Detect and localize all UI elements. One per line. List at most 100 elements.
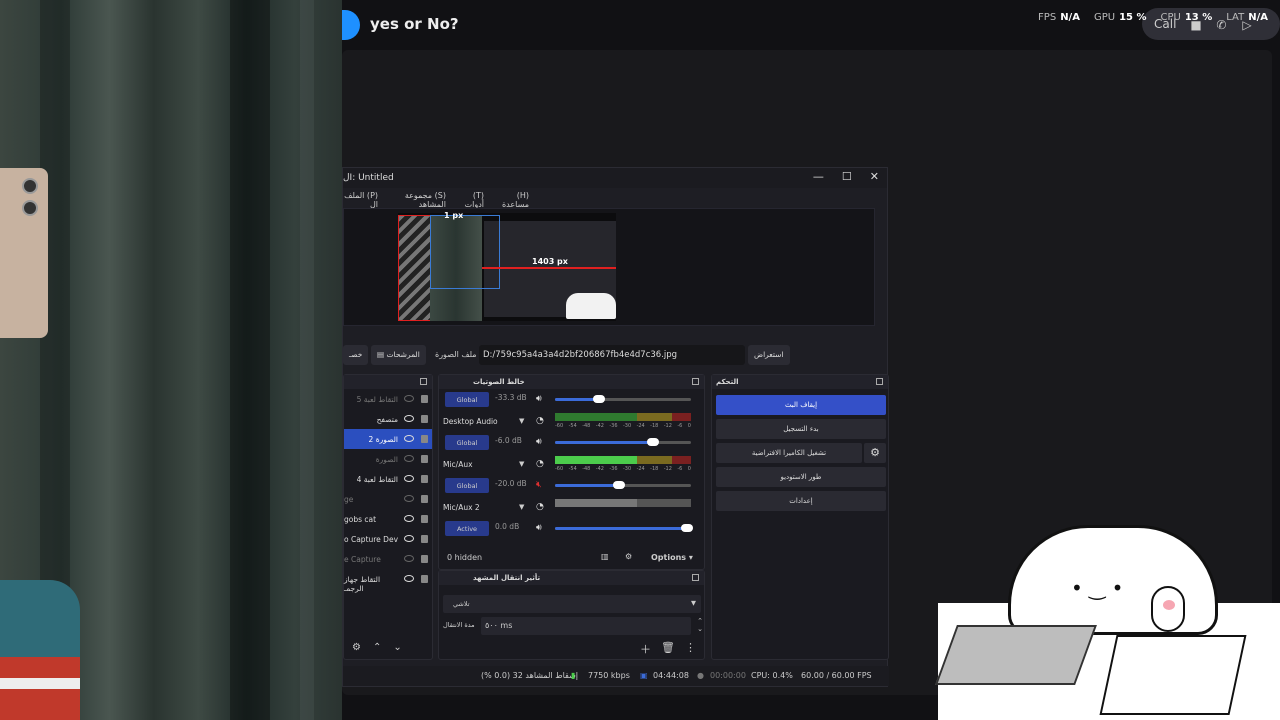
undock-icon[interactable] xyxy=(692,378,699,385)
source-item[interactable]: التقاط لعبة 4 xyxy=(344,469,432,489)
mixer-header: خالط الصوتيات xyxy=(439,375,704,389)
volume-slider[interactable] xyxy=(555,395,691,403)
lock-icon[interactable] xyxy=(421,535,428,543)
undock-icon[interactable] xyxy=(420,378,427,385)
volume-icon[interactable]: 🔊︎ xyxy=(536,437,542,447)
source-item[interactable]: o Capture Dev xyxy=(344,529,432,549)
headphones-icon[interactable]: ◔ xyxy=(536,416,544,426)
eye-icon[interactable] xyxy=(404,515,414,522)
lock-icon[interactable] xyxy=(421,495,428,503)
volume-slider[interactable] xyxy=(555,481,691,489)
lock-icon[interactable] xyxy=(421,575,428,583)
channel-mode-button[interactable]: Global xyxy=(445,435,489,450)
source-item[interactable]: التقاط جهاز الرجمـ xyxy=(344,569,432,593)
source-item[interactable]: gobs cat xyxy=(344,509,432,529)
hidden-count: 0 hidden xyxy=(447,553,483,562)
chevron-down-icon[interactable]: ▼ xyxy=(519,503,524,511)
lock-icon[interactable] xyxy=(421,395,428,403)
phone-object xyxy=(0,168,48,338)
more-icon[interactable]: ⋮ xyxy=(685,641,696,657)
source-item[interactable]: التقاط لعبة 5 xyxy=(344,389,432,409)
lock-icon[interactable] xyxy=(421,555,428,563)
image-path-field[interactable]: D:/759c95a4a3a4d2bf206867fb4e4d7c36.jpg xyxy=(479,345,745,365)
lock-icon[interactable] xyxy=(421,415,428,423)
eye-icon[interactable] xyxy=(404,475,414,482)
chevron-down-icon: ▼ xyxy=(691,599,696,607)
source-item[interactable]: e Capture xyxy=(344,549,432,569)
settings-button[interactable]: إعدادات xyxy=(716,491,886,511)
spin-arrows-icon[interactable]: ⌃ ⌄ xyxy=(697,617,703,633)
lock-icon[interactable] xyxy=(421,455,428,463)
eye-icon[interactable] xyxy=(404,435,414,442)
source-item-selected[interactable]: الصورة 2 xyxy=(344,429,432,449)
mixer-channel-2-meter: Mic/Aux ▼ ◔ -60 -54 -48 -42 -36 -30 -24 -18 -12-… xyxy=(439,454,704,476)
eye-icon[interactable] xyxy=(404,555,414,562)
move-down-icon[interactable]: ⌄ xyxy=(393,642,401,656)
record-icon: ● xyxy=(697,671,704,680)
maximize-icon[interactable]: ☐ xyxy=(842,170,852,183)
menu-help[interactable]: (H) مساعدة xyxy=(496,191,529,209)
screen: yes or No? Call ■ ✆ ▷ FPS N/A GPU 15 % CPU… xyxy=(0,0,1280,720)
menu-tools[interactable]: (T) أدوات xyxy=(458,191,484,209)
chevron-down-icon[interactable]: ▼ xyxy=(519,417,524,425)
options-button[interactable]: Options ▾ xyxy=(651,553,693,562)
eye-icon[interactable] xyxy=(404,455,414,462)
bongo-cat-overlay: • ‿ • xyxy=(935,525,1280,720)
volume-icon[interactable]: 🔊︎ xyxy=(536,523,542,533)
channel-mode-button[interactable]: Active xyxy=(445,521,489,536)
menu-profile[interactable]: (P) الملف ال xyxy=(343,191,378,209)
eye-icon[interactable] xyxy=(404,395,414,402)
stop-streaming-button[interactable]: إيقاف البث xyxy=(716,395,886,415)
chevron-down-icon[interactable]: ▼ xyxy=(519,460,524,468)
eye-icon[interactable] xyxy=(404,415,414,422)
add-icon[interactable]: ＋ xyxy=(640,641,651,657)
muted-icon[interactable]: 🔇︎ xyxy=(536,480,542,490)
menu-scene-collection[interactable]: (S) مجموعة المشاهد xyxy=(390,191,446,209)
move-up-icon[interactable]: ⌃ xyxy=(373,642,381,656)
headphones-icon[interactable]: ◔ xyxy=(536,459,544,469)
start-recording-button[interactable]: بدء التسجيل xyxy=(716,419,886,439)
filters-button[interactable]: ▤ المرشحات xyxy=(371,345,426,365)
mixer-channel-2-fader: Global -6.0 dB 🔊︎ xyxy=(439,432,704,454)
undock-icon[interactable] xyxy=(876,378,883,385)
eye-icon[interactable] xyxy=(404,495,414,502)
gear-icon[interactable]: ⚙ xyxy=(352,642,361,656)
stat-fps: FPS N/A xyxy=(1038,12,1080,23)
sources-dock: التقاط لعبة 5 متصفح الصورة 2 الصورة التق… xyxy=(343,374,433,660)
channel-mode-button[interactable]: Global xyxy=(445,478,489,493)
minimize-icon[interactable]: — xyxy=(813,170,824,183)
mixer-footer: 0 hidden ▥ ⚙ Options ▾ xyxy=(439,547,704,569)
channel-mode-button[interactable]: Global xyxy=(445,392,489,407)
gear-icon[interactable]: ⚙ xyxy=(625,552,632,561)
studio-mode-button[interactable]: طور الاستوديو xyxy=(716,467,886,487)
eye-icon[interactable] xyxy=(404,575,414,582)
partial-button[interactable]: خصـ xyxy=(343,345,369,365)
virtual-camera-button[interactable]: تشغيل الكاميرا الافتراضية xyxy=(716,443,862,463)
lock-icon[interactable] xyxy=(421,515,428,523)
level-meter xyxy=(555,412,691,421)
channel-name: Mic/Aux xyxy=(443,459,473,469)
undock-icon[interactable] xyxy=(692,574,699,581)
trash-icon[interactable]: 🗑︎ xyxy=(661,641,675,657)
source-item[interactable]: ge xyxy=(344,489,432,509)
duration-spinbox[interactable]: ٥٠٠ ms ⌃ ⌄ xyxy=(481,617,703,635)
source-item[interactable]: متصفح xyxy=(344,409,432,429)
preview-canvas[interactable]: 1 px 1403 px xyxy=(343,208,875,326)
gear-icon[interactable]: ⚙ xyxy=(864,443,886,463)
close-icon[interactable]: ✕ xyxy=(870,170,879,183)
eye-icon[interactable] xyxy=(404,535,414,542)
lock-icon[interactable] xyxy=(421,435,428,443)
volume-slider[interactable] xyxy=(555,524,693,532)
volume-slider[interactable] xyxy=(555,438,691,446)
headphones-icon[interactable]: ◔ xyxy=(536,502,544,512)
dropped-frames: إسقاط المشاهد 32 (0.0 %) xyxy=(481,671,579,680)
layout-icon[interactable]: ▥ xyxy=(601,552,609,561)
transition-select[interactable]: تلاشي ▼ xyxy=(443,595,701,613)
distance-top-label: 1 px xyxy=(444,211,464,220)
browse-button[interactable]: استعراض xyxy=(748,345,790,365)
record-time: 00:00:00 xyxy=(710,671,746,680)
avatar[interactable] xyxy=(342,10,360,40)
source-item[interactable]: الصورة xyxy=(344,449,432,469)
volume-icon[interactable]: 🔊︎ xyxy=(536,394,542,404)
lock-icon[interactable] xyxy=(421,475,428,483)
